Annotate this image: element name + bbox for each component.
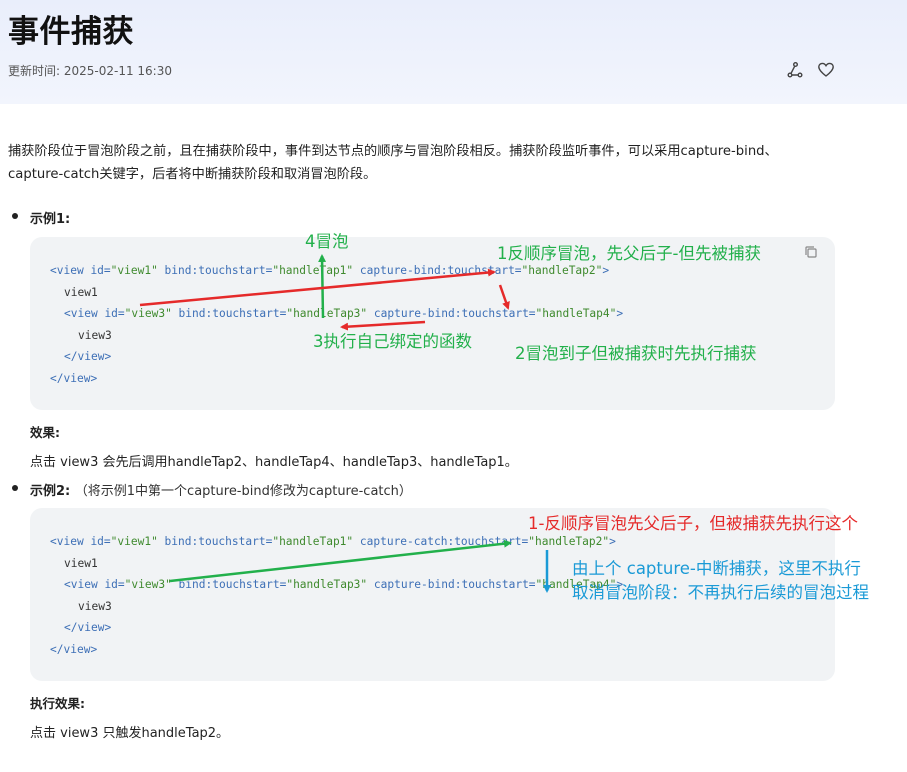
example1-result-text: 点击 view3 会先后调用handleTap2、handleTap4、hand…: [30, 455, 518, 470]
code-line: view1: [64, 286, 98, 299]
annotation-capture-first: 2冒泡到子但被捕获时先执行捕获: [515, 344, 757, 363]
page-header: 事件捕获 更新时间: 2025-02-11 16:30: [0, 0, 907, 104]
annotation-reverse-capture: 1反顺序冒泡，先父后子-但先被捕获: [497, 244, 761, 263]
code-line: <view id="view1" bind:touchstart="handle…: [50, 535, 616, 548]
code-line: <view id="view3" bind:touchstart="handle…: [64, 578, 624, 591]
code-line: <view id="view3" bind:touchstart="handle…: [64, 307, 624, 320]
code-line: view3: [78, 600, 112, 613]
code-line: </view>: [64, 621, 112, 634]
share-icon[interactable]: [786, 61, 804, 79]
example2-result-text: 点击 view3 只触发handleTap2。: [30, 726, 230, 741]
annotation-own-handler: 3执行自己绑定的函数: [313, 332, 472, 351]
example1-result-heading: 效果:: [30, 425, 60, 440]
copy-icon[interactable]: [804, 245, 818, 259]
code-line: view1: [64, 557, 98, 570]
heart-icon[interactable]: [817, 61, 835, 79]
example2-title: 示例2: （将示例1中第一个capture-bind修改为capture-cat…: [30, 480, 412, 499]
code-line: </view>: [50, 372, 98, 385]
annotation-not-executed: 由上个 capture-中断捕获，这里不执行: [572, 559, 861, 578]
page-title: 事件捕获: [8, 14, 134, 50]
bullet: [12, 213, 18, 219]
example2-result-heading: 执行效果:: [30, 696, 85, 711]
code-line: view3: [78, 329, 112, 342]
code-line: </view>: [50, 643, 98, 656]
intro-paragraph: 捕获阶段位于冒泡阶段之前，且在捕获阶段中，事件到达节点的顺序与冒泡阶段相反。捕获…: [8, 144, 778, 182]
code-line: </view>: [64, 350, 112, 363]
updated-time: 更新时间: 2025-02-11 16:30: [8, 64, 172, 78]
example2-title-text: 示例2:: [30, 484, 71, 499]
bullet: [12, 485, 18, 491]
annotation-bubble: 4冒泡: [305, 232, 349, 251]
annotation-cancel-bubble: 取消冒泡阶段：不再执行后续的冒泡过程: [572, 583, 869, 602]
example2-note: （将示例1中第一个capture-bind修改为capture-catch）: [74, 484, 412, 499]
code-line: <view id="view1" bind:touchstart="handle…: [50, 264, 610, 277]
example1-title: 示例1:: [30, 212, 71, 227]
annotation-catch-first: 1-反顺序冒泡先父后子，但被捕获先执行这个: [528, 514, 858, 533]
